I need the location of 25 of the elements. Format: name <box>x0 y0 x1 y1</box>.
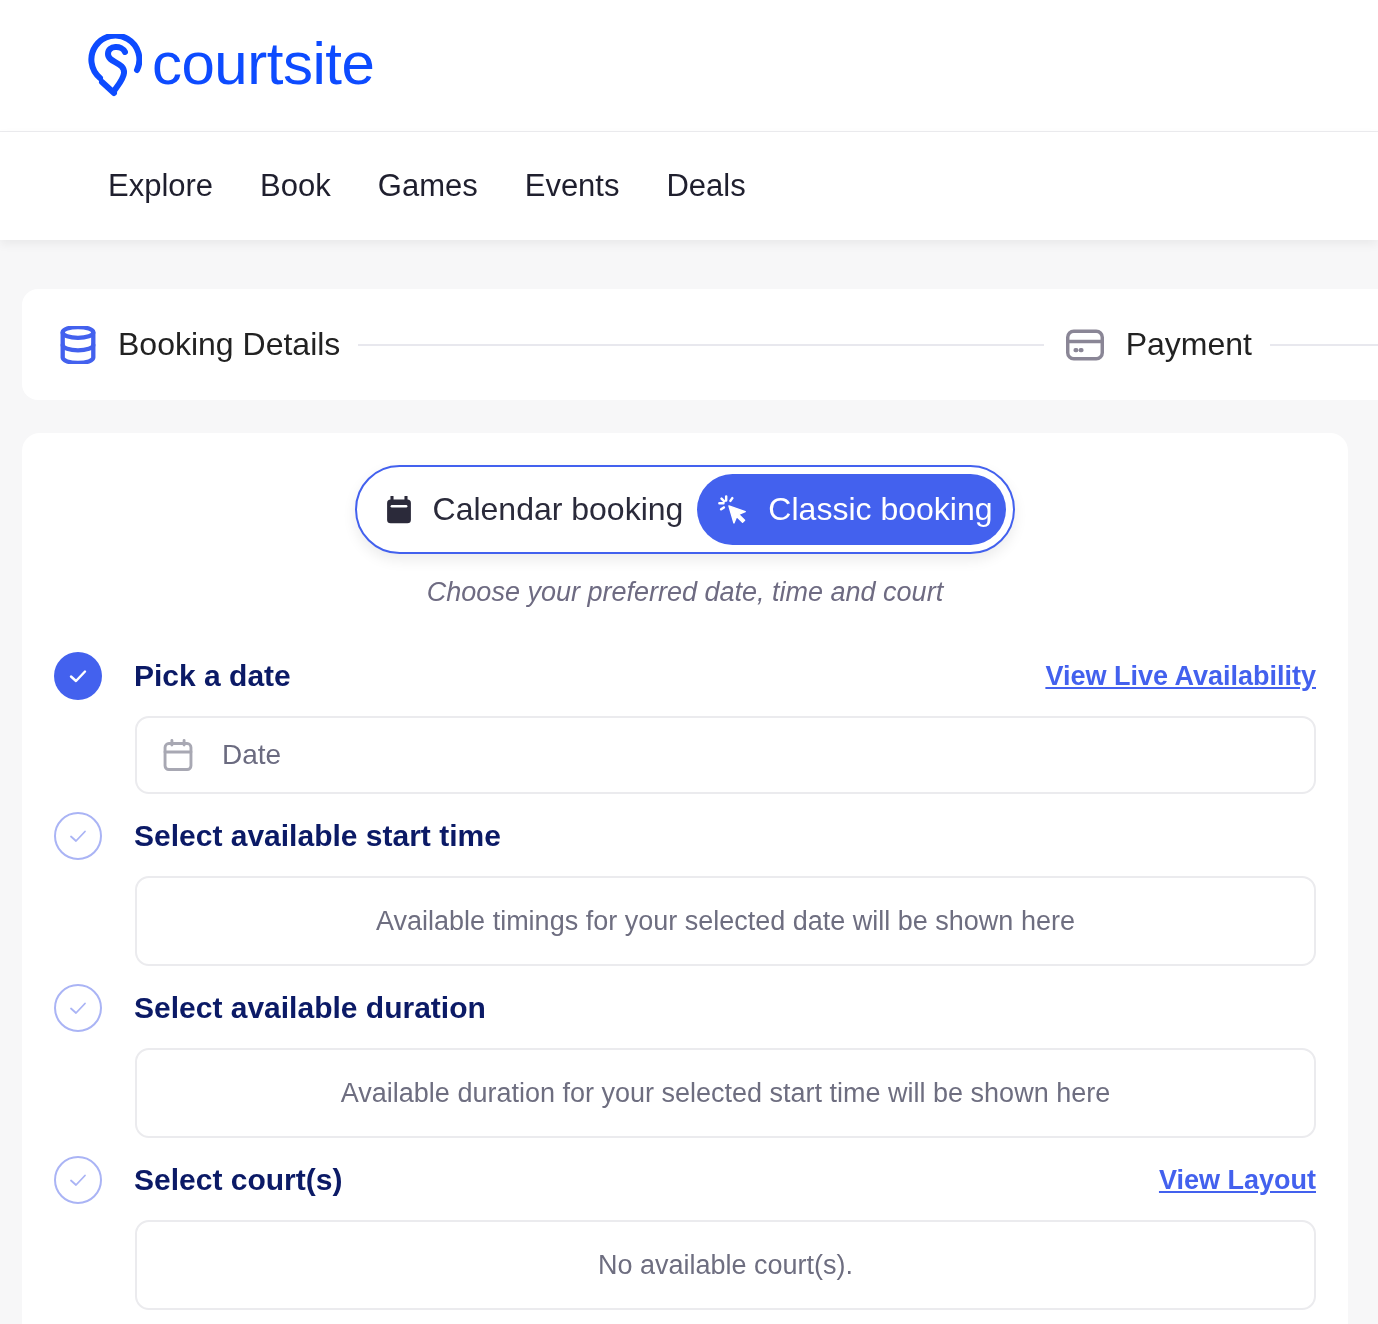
empty-state-text: No available court(s). <box>597 1249 854 1281</box>
step-title: Select available duration <box>134 991 486 1025</box>
stepper-label: Booking Details <box>118 326 341 363</box>
logo-icon <box>88 33 142 98</box>
calendar-icon <box>162 739 194 771</box>
step-title: Pick a date <box>134 659 291 693</box>
date-field[interactable]: Date <box>135 716 1316 794</box>
nav-link[interactable]: Explore <box>108 168 214 204</box>
mode-tab[interactable]: Calendar booking <box>363 474 698 545</box>
cursor-click-icon <box>718 494 749 525</box>
mode-tab[interactable]: Classic booking <box>697 474 1007 545</box>
stepper-label: Payment <box>1125 326 1252 363</box>
nav-link[interactable]: Book <box>260 168 331 204</box>
logo-text: courtsite <box>152 33 375 98</box>
calendar-icon <box>384 495 413 524</box>
empty-state-text: Available duration for your selected start time will be shown here <box>340 1077 1111 1109</box>
hint-text: Choose your preferred date, time and court <box>426 577 944 607</box>
nav-link[interactable]: Games <box>377 168 478 204</box>
step-link[interactable]: View Live Availability <box>1045 660 1316 692</box>
step-title: Select available start time <box>134 819 501 853</box>
step-link[interactable]: View Layout <box>1158 1164 1316 1196</box>
nav-link[interactable]: Deals <box>666 168 746 204</box>
nav-link[interactable]: Events <box>524 168 620 204</box>
empty-state-text: Available timings for your selected date will be shown here <box>376 905 1075 937</box>
step-title: Select court(s) <box>134 1163 343 1197</box>
